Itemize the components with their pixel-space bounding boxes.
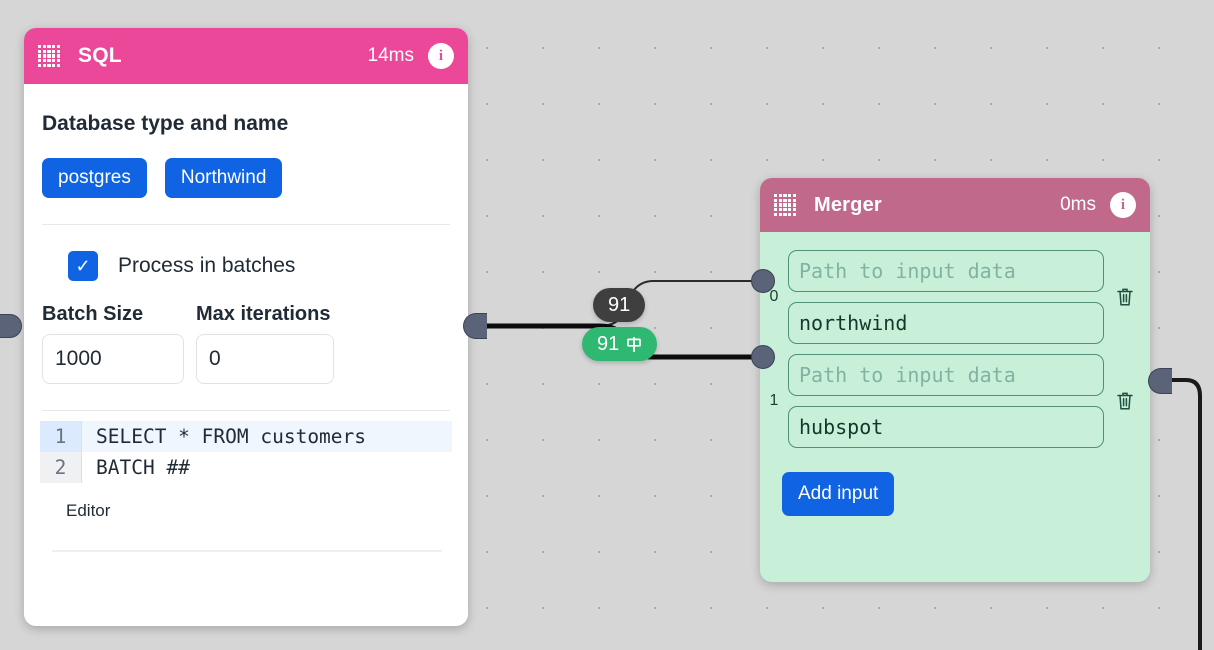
merger-input-path-1[interactable] [788, 354, 1104, 396]
chip-database-type[interactable]: postgres [42, 158, 147, 198]
sql-node-body: Database type and name postgres Northwin… [24, 112, 468, 552]
drag-handle-icon[interactable] [38, 45, 60, 67]
process-in-batches-row[interactable]: ✓ Process in batches [68, 251, 452, 281]
merger-output-handle[interactable] [1148, 368, 1172, 394]
code-line-number: 2 [40, 452, 82, 483]
merger-input-index: 1 [769, 392, 779, 409]
divider-bottom [52, 550, 442, 552]
divider-middle [42, 410, 450, 411]
node-sql[interactable]: SQL 14ms i Database type and name postgr… [24, 28, 468, 626]
edge-badge-count-bottom[interactable]: 91 [582, 327, 658, 361]
sql-output-handle[interactable] [463, 313, 487, 339]
flow-canvas[interactable]: SQL 14ms i Database type and name postgr… [0, 0, 1214, 650]
merger-node-title: Merger [814, 193, 882, 216]
code-line[interactable]: 2 BATCH ## [40, 452, 452, 483]
sql-node-duration: 14ms [367, 45, 414, 66]
batch-fields-row: Batch Size Max iterations [42, 303, 452, 384]
node-merger[interactable]: Merger 0ms i 0 1 [760, 178, 1150, 582]
process-in-batches-label: Process in batches [118, 254, 296, 277]
code-line-number: 1 [40, 421, 82, 452]
sql-node-header[interactable]: SQL 14ms i [24, 28, 468, 84]
code-line-text: BATCH ## [96, 456, 190, 479]
edge-badge-count-top-value: 91 [608, 293, 631, 316]
merger-input-group: 0 [760, 250, 1150, 344]
sql-code-editor[interactable]: 1 SELECT * FROM customers 2 BATCH ## [40, 421, 452, 483]
code-line[interactable]: 1 SELECT * FROM customers [40, 421, 452, 452]
merger-input-name-1[interactable] [788, 406, 1104, 448]
edge-badge-count-top[interactable]: 91 [593, 288, 646, 322]
batch-size-input[interactable] [42, 334, 184, 384]
divider-top [42, 224, 450, 225]
merger-delete-input-0[interactable] [1110, 286, 1140, 308]
database-section-title: Database type and name [42, 112, 289, 135]
code-line-text: SELECT * FROM customers [96, 425, 367, 448]
merger-input-path-0[interactable] [788, 250, 1104, 292]
merger-node-body: 0 1 [760, 232, 1150, 516]
drag-handle-icon[interactable] [774, 194, 796, 216]
merger-delete-input-1[interactable] [1110, 390, 1140, 412]
chip-database-name[interactable]: Northwind [164, 158, 283, 198]
info-icon[interactable]: i [1110, 192, 1136, 218]
max-iterations-input[interactable] [196, 334, 334, 384]
process-in-batches-checkbox[interactable]: ✓ [68, 251, 98, 281]
editor-caption: Editor [66, 501, 111, 520]
merger-input-handle-1[interactable] [751, 345, 775, 369]
max-iterations-field: Max iterations [196, 303, 334, 384]
edge-badge-count-bottom-value: 91 [597, 332, 620, 355]
info-icon[interactable]: i [428, 43, 454, 69]
batch-size-field: Batch Size [42, 303, 184, 384]
merger-input-handle-0[interactable] [751, 269, 775, 293]
add-input-button[interactable]: Add input [782, 472, 895, 516]
max-iterations-label: Max iterations [196, 303, 331, 325]
edge-merger-output[interactable] [1172, 378, 1202, 650]
merger-node-header[interactable]: Merger 0ms i [760, 178, 1150, 232]
database-chip-row: postgres Northwind [40, 158, 452, 198]
trash-icon [1117, 288, 1133, 306]
merger-input-group: 1 [760, 354, 1150, 448]
merger-input-name-0[interactable] [788, 302, 1104, 344]
batch-size-label: Batch Size [42, 303, 144, 325]
trash-icon [1117, 392, 1133, 410]
sql-node-title: SQL [78, 44, 122, 67]
signpost-icon [627, 336, 642, 352]
merger-node-duration: 0ms [1060, 194, 1096, 215]
